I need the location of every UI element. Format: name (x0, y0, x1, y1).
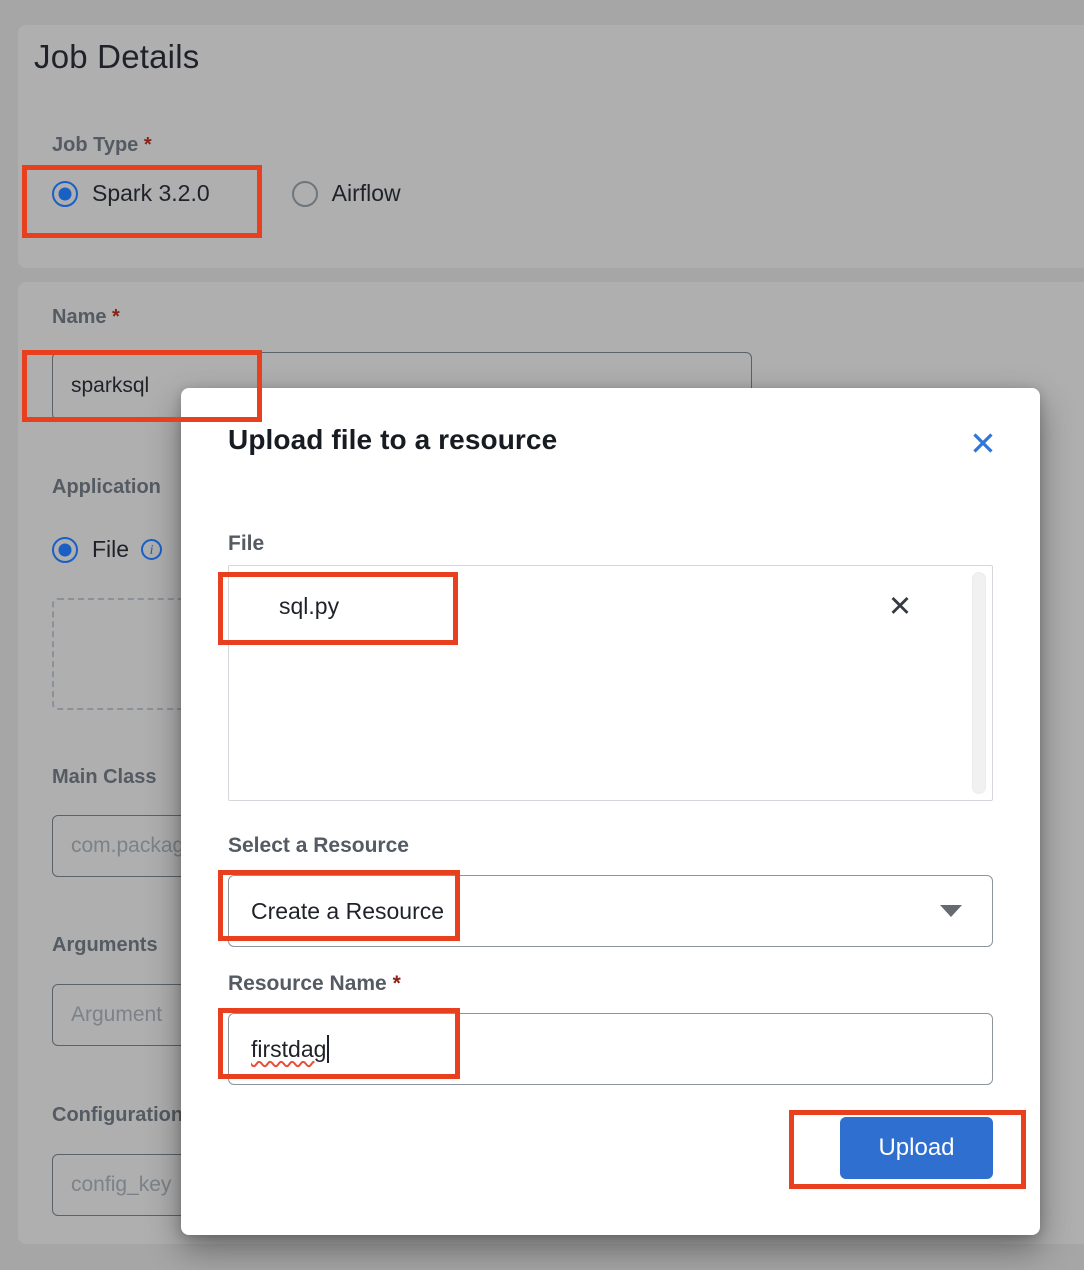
file-list-scrollbar[interactable] (969, 567, 991, 799)
info-icon[interactable]: i (141, 539, 163, 560)
job-type-radio-group: Spark 3.2.0 Airflow (52, 180, 441, 207)
file-section-label: File (228, 532, 265, 555)
job-type-label-text: Job Type (52, 134, 139, 156)
resource-name-required-star: * (392, 972, 401, 995)
resource-name-label: Resource Name * (228, 972, 401, 996)
select-resource-dropdown[interactable]: Create a Resource (228, 875, 993, 947)
resource-name-input[interactable]: firstdag (228, 1013, 993, 1085)
text-caret (327, 1035, 330, 1063)
select-resource-label: Select a Resource (228, 834, 409, 857)
resource-name-label-text: Resource Name (228, 972, 387, 995)
name-required-star: * (112, 306, 120, 328)
close-icon[interactable]: ✕ (965, 426, 1001, 462)
upload-file-modal: Upload file to a resource ✕ File sql.py … (181, 388, 1040, 1235)
job-type-required-star: * (143, 134, 152, 156)
name-label: Name * (52, 306, 120, 329)
select-resource-value: Create a Resource (251, 897, 445, 924)
radio-option-spark[interactable]: Spark 3.2.0 (52, 180, 210, 207)
file-name: sql.py (279, 593, 340, 619)
application-label: Application (52, 476, 161, 498)
radio-option-airflow[interactable]: Airflow (291, 180, 401, 207)
job-type-label: Job Type * (52, 134, 152, 157)
file-list-scrollbar-thumb[interactable] (972, 572, 986, 794)
modal-title: Upload file to a resource (228, 424, 558, 455)
radio-file-icon[interactable] (52, 536, 78, 563)
application-radio-group: File i (52, 536, 202, 563)
radio-airflow-label: Airflow (331, 180, 401, 206)
name-label-text: Name (52, 306, 107, 328)
file-list: sql.py ✕ (228, 565, 993, 801)
radio-airflow-icon[interactable] (291, 180, 318, 207)
main-class-label: Main Class (52, 766, 157, 788)
list-item[interactable]: sql.py ✕ (229, 566, 992, 647)
radio-file-label: File (92, 536, 130, 562)
remove-file-icon[interactable]: ✕ (884, 591, 916, 623)
resource-name-value: firstdag (251, 1035, 327, 1062)
page-title: Job Details (34, 38, 200, 75)
radio-spark-label: Spark 3.2.0 (92, 180, 210, 206)
upload-button[interactable]: Upload (840, 1117, 993, 1179)
radio-option-file[interactable]: File i (52, 536, 163, 563)
arguments-label: Arguments (52, 934, 158, 956)
radio-spark-icon[interactable] (52, 180, 78, 207)
chevron-down-icon[interactable] (940, 905, 962, 917)
configuration-label: Configuration (52, 1104, 184, 1126)
